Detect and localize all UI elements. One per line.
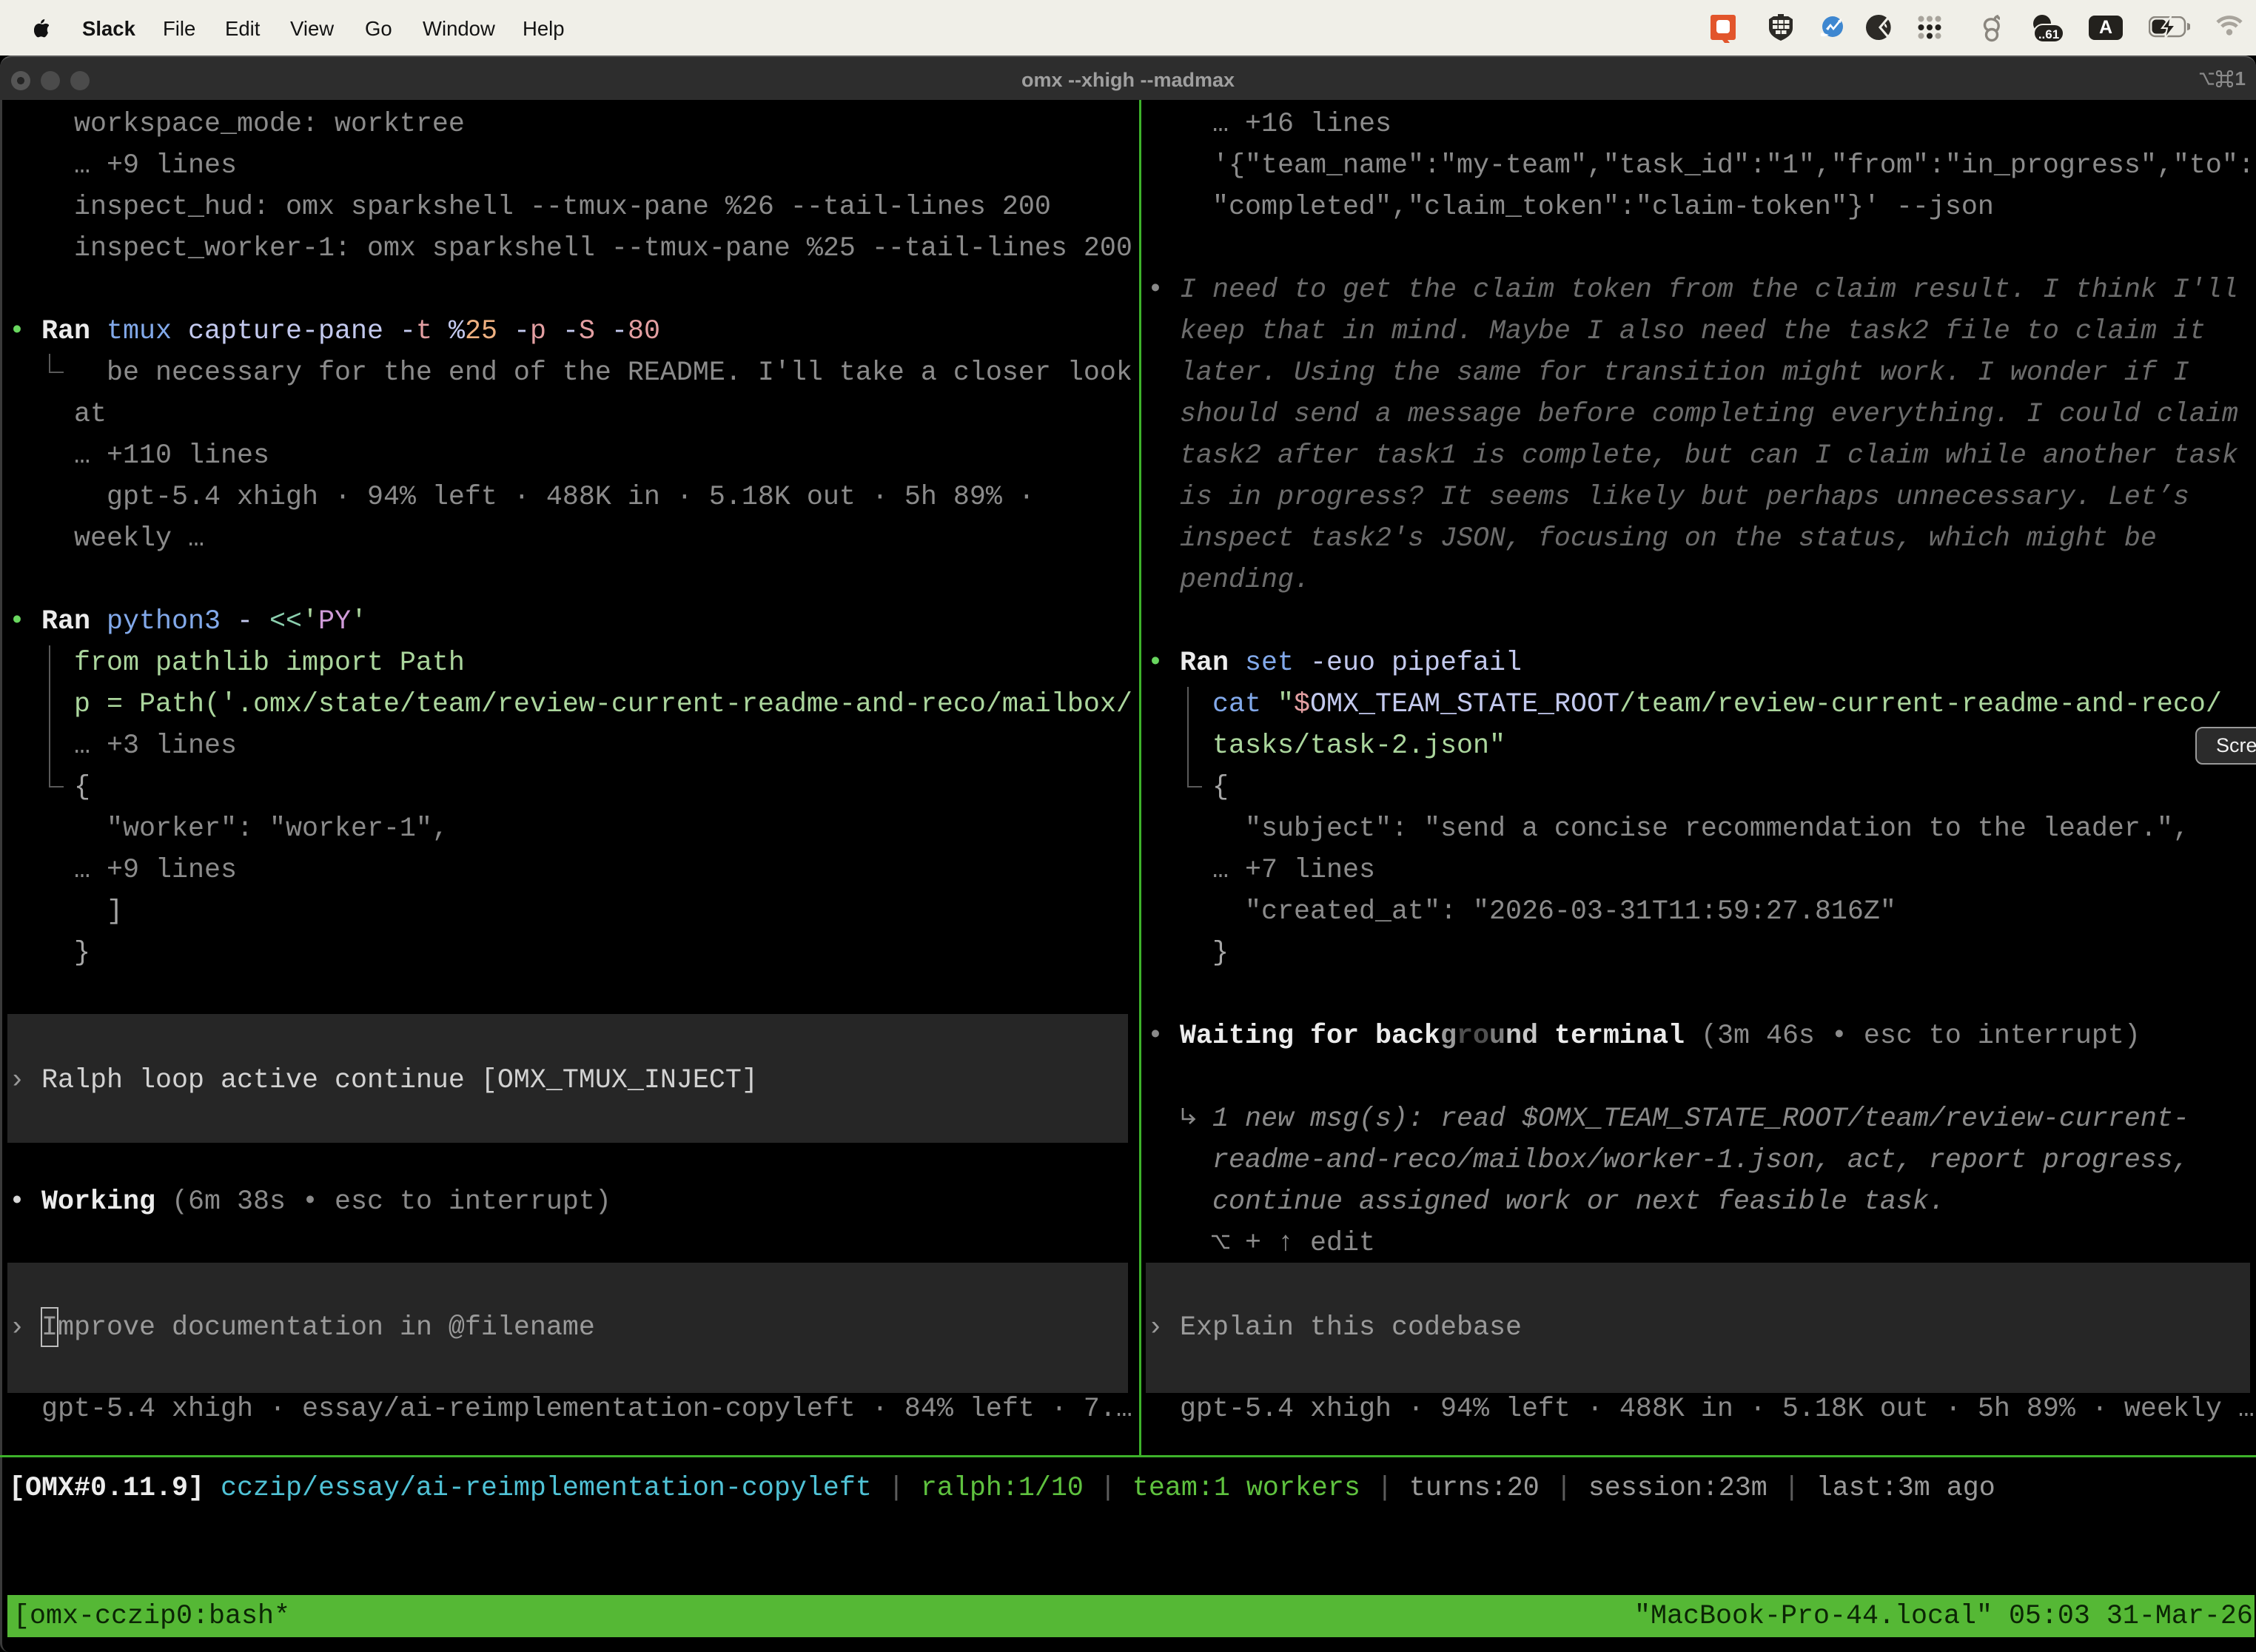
svg-text:..61: ..61 <box>2038 27 2059 41</box>
